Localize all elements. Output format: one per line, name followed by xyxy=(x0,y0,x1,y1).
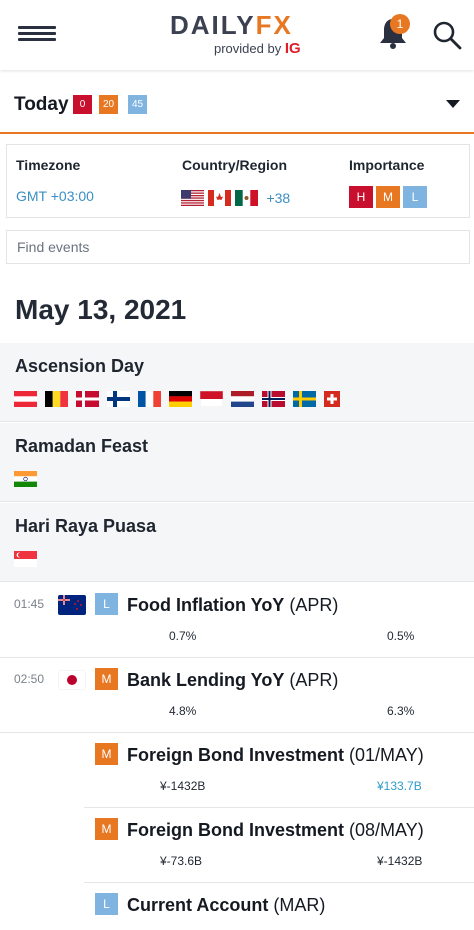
event-previous: 6.3% xyxy=(387,704,415,718)
at-flag-icon xyxy=(14,390,37,407)
ch-flag-icon xyxy=(324,390,340,407)
in-flag-icon xyxy=(14,470,37,487)
high-importance-count: 0 xyxy=(73,95,92,114)
se-flag-icon xyxy=(293,390,316,407)
holiday-item[interactable]: Ascension Day xyxy=(0,343,474,422)
holiday-name: Ramadan Feast xyxy=(15,436,149,456)
logo-provided-text: provided by xyxy=(214,41,282,56)
event-row[interactable]: 02:50 M Bank Lending YoY (APR) 4.8% 6.3% xyxy=(0,658,474,733)
country-filter[interactable]: +38 xyxy=(181,189,291,206)
holiday-flags xyxy=(14,390,348,407)
event-actual: ¥-73.6B xyxy=(160,854,203,868)
event-previous: 0.5% xyxy=(387,629,415,643)
event-period: (01/MAY) xyxy=(349,745,424,765)
event-name: Current Account xyxy=(127,895,269,915)
event-row[interactable]: M Foreign Bond Investment (01/MAY) ¥-143… xyxy=(84,733,474,808)
date-heading: May 13, 2021 xyxy=(15,294,187,325)
event-time: 01:45 xyxy=(14,597,45,611)
filter-panel: Timezone GMT +03:00 Country/Region +38 I… xyxy=(6,144,470,218)
event-name: Foreign Bond Investment xyxy=(127,745,345,765)
de-flag-icon xyxy=(169,390,192,407)
dk-flag-icon xyxy=(76,390,99,407)
event-period: (APR) xyxy=(289,595,339,615)
event-previous: ¥-1432B xyxy=(377,854,423,868)
timezone-value[interactable]: GMT +03:00 xyxy=(16,188,94,204)
event-period: (08/MAY) xyxy=(349,820,424,840)
nl-flag-icon xyxy=(231,390,254,407)
dailyfx-logo[interactable]: DAILYFX provided by IG xyxy=(170,10,310,58)
logo-daily-text: DAILY xyxy=(170,10,256,40)
find-events-input[interactable] xyxy=(6,230,470,264)
event-title: Food Inflation YoY (APR) xyxy=(127,595,338,616)
menu-icon[interactable] xyxy=(18,26,56,42)
no-flag-icon xyxy=(262,390,285,407)
importance-medium-badge: M xyxy=(95,818,118,840)
event-previous: ¥133.7B xyxy=(377,779,422,793)
event-title: Foreign Bond Investment (08/MAY) xyxy=(127,820,424,841)
event-period: (MAR) xyxy=(273,895,326,915)
country-label: Country/Region xyxy=(182,157,287,173)
importance-low-toggle[interactable]: L xyxy=(403,186,427,208)
event-period: (APR) xyxy=(289,670,339,690)
event-row[interactable]: 01:45 L Food Inflation YoY (APR) 0.7% 0.… xyxy=(0,583,474,658)
event-name: Food Inflation YoY xyxy=(127,595,285,615)
holiday-name: Ascension Day xyxy=(15,356,145,376)
mx-flag-icon xyxy=(235,189,258,206)
holiday-flags xyxy=(14,470,45,487)
ca-flag-icon xyxy=(208,189,231,206)
date-range-selector[interactable]: Today 0 20 45 xyxy=(0,78,474,134)
importance-high-toggle[interactable]: H xyxy=(349,186,373,208)
logo-ig-text: IG xyxy=(284,40,301,57)
be-flag-icon xyxy=(45,390,68,407)
importance-label: Importance xyxy=(349,157,425,173)
importance-low-badge: L xyxy=(95,893,118,915)
app-header: DAILYFX provided by IG 1 xyxy=(0,0,474,70)
event-actual: ¥-1432B xyxy=(160,779,206,793)
holiday-item[interactable]: Hari Raya Puasa xyxy=(0,503,474,582)
jp-flag-icon xyxy=(58,670,86,690)
id-flag-icon xyxy=(200,390,223,407)
country-more-count: +38 xyxy=(266,189,291,206)
fr-flag-icon xyxy=(138,390,161,407)
us-flag-icon xyxy=(181,189,204,206)
event-actual: 0.7% xyxy=(169,629,197,643)
timezone-label: Timezone xyxy=(16,157,81,173)
importance-medium-badge: M xyxy=(95,743,118,765)
importance-medium-badge: M xyxy=(95,668,118,690)
event-actual: 4.8% xyxy=(169,704,197,718)
date-range-label: Today xyxy=(14,94,69,115)
event-title: Bank Lending YoY (APR) xyxy=(127,670,338,691)
event-name: Bank Lending YoY xyxy=(127,670,285,690)
chevron-down-icon[interactable] xyxy=(446,100,460,108)
event-title: Current Account (MAR) xyxy=(127,895,325,916)
low-importance-count: 45 xyxy=(128,95,147,114)
event-row[interactable]: L Current Account (MAR) xyxy=(84,883,474,930)
importance-low-badge: L xyxy=(95,593,118,615)
search-icon[interactable] xyxy=(432,20,462,50)
event-row[interactable]: M Foreign Bond Investment (08/MAY) ¥-73.… xyxy=(84,808,474,883)
event-title: Foreign Bond Investment (01/MAY) xyxy=(127,745,424,766)
medium-importance-count: 20 xyxy=(99,95,118,114)
fi-flag-icon xyxy=(107,390,130,407)
event-time: 02:50 xyxy=(14,672,45,686)
sg-flag-icon xyxy=(14,550,37,567)
holiday-flags xyxy=(14,550,45,567)
nz-flag-icon xyxy=(58,595,86,615)
holiday-name: Hari Raya Puasa xyxy=(15,516,157,536)
logo-fx-text: FX xyxy=(255,10,293,40)
event-name: Foreign Bond Investment xyxy=(127,820,345,840)
notification-badge: 1 xyxy=(390,14,410,34)
holiday-item[interactable]: Ramadan Feast xyxy=(0,423,474,502)
importance-medium-toggle[interactable]: M xyxy=(376,186,400,208)
